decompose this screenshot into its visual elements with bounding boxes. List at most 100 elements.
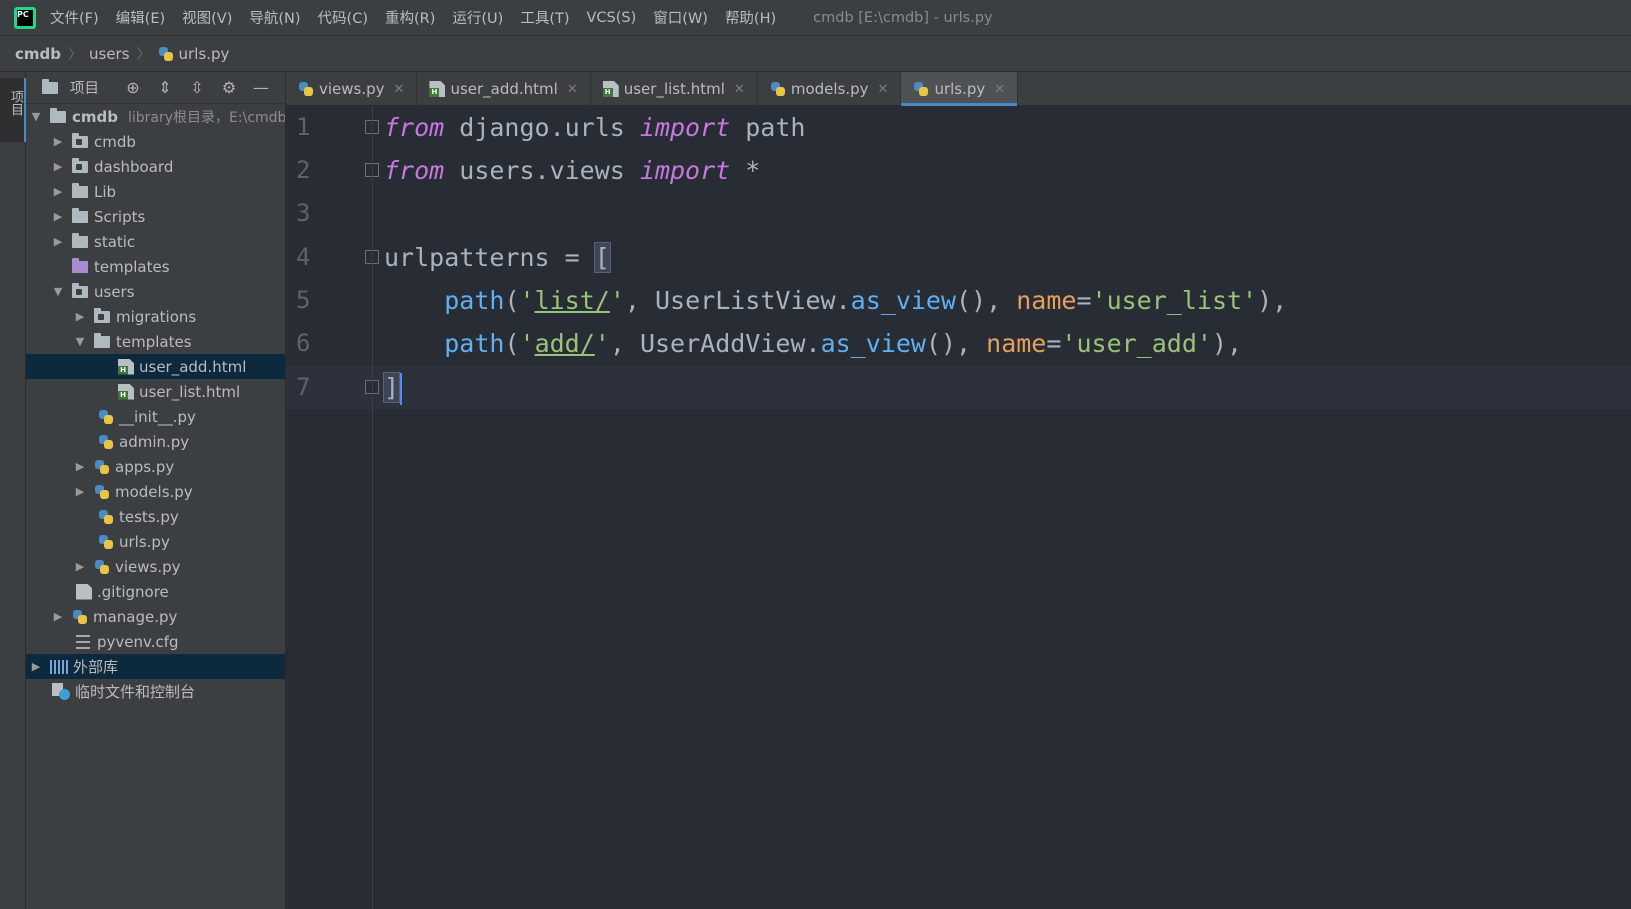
chevron-right-icon[interactable]: ▶ — [52, 160, 64, 173]
menu-edit[interactable]: 编辑(E) — [116, 7, 165, 28]
breadcrumb-project[interactable]: cmdb — [15, 45, 61, 63]
tree-item-label: urls.py — [119, 532, 170, 551]
python-file-icon — [770, 81, 786, 97]
menu-window[interactable]: 窗口(W) — [653, 7, 708, 28]
string-quote: ' — [519, 286, 535, 315]
html-file-icon — [429, 81, 446, 97]
tree-item-tests-py[interactable]: tests.py — [26, 504, 285, 529]
chevron-right-icon[interactable]: ▶ — [52, 135, 64, 148]
tree-item-scripts[interactable]: ▶ Scripts — [26, 204, 285, 229]
tab-urls-py[interactable]: urls.py ✕ — [901, 72, 1019, 106]
tree-item-admin-py[interactable]: admin.py — [26, 429, 285, 454]
menu-file[interactable]: 文件(F) — [50, 7, 99, 28]
menu-help[interactable]: 帮助(H) — [725, 7, 776, 28]
tree-item-templates[interactable]: templates — [26, 254, 285, 279]
tree-item-apps-py[interactable]: ▶ apps.py — [26, 454, 285, 479]
string-literal: 'user_add' — [1061, 329, 1212, 358]
breadcrumb-users[interactable]: users — [89, 45, 130, 63]
tool-window-strip: 项目 — [0, 72, 26, 909]
tree-item-cmdb-root[interactable]: ▼ cmdb library根目录，E:\cmdb — [26, 104, 285, 129]
tree-item-label: .gitignore — [97, 582, 169, 601]
tree-item-static[interactable]: ▶ static — [26, 229, 285, 254]
tree-item-models-py[interactable]: ▶ models.py — [26, 479, 285, 504]
hide-panel-icon[interactable]: — — [251, 78, 271, 98]
close-icon[interactable]: ✕ — [394, 82, 405, 97]
close-icon[interactable]: ✕ — [994, 82, 1005, 97]
collapse-all-icon[interactable]: ⇳ — [187, 78, 207, 98]
menu-view[interactable]: 视图(V) — [182, 7, 232, 28]
python-file-icon — [94, 559, 110, 575]
chevron-right-icon[interactable]: ▶ — [52, 610, 64, 623]
tree-item-dashboard[interactable]: ▶ dashboard — [26, 154, 285, 179]
tree-item-users-templates[interactable]: ▼ templates — [26, 329, 285, 354]
string-quote: ' — [594, 329, 610, 358]
close-icon[interactable]: ✕ — [878, 82, 889, 97]
tree-item-label: tests.py — [119, 507, 179, 526]
tree-item-init-py[interactable]: __init__.py — [26, 404, 285, 429]
chevron-down-icon[interactable]: ▼ — [74, 335, 86, 348]
breadcrumb-urls[interactable]: urls.py — [179, 45, 230, 63]
project-tool-window-button[interactable]: 项目 — [0, 78, 26, 142]
chevron-right-icon[interactable]: ▶ — [74, 485, 86, 498]
import-name: * — [730, 156, 761, 185]
tree-item-user-add-html[interactable]: user_add.html — [26, 354, 285, 379]
code-text: , UserListView. — [624, 286, 851, 315]
chevron-right-icon[interactable]: ▶ — [52, 235, 64, 248]
tree-item-label: manage.py — [93, 607, 178, 626]
close-icon[interactable]: ✕ — [734, 82, 745, 97]
tree-item-label: templates — [94, 257, 170, 276]
tree-item-label: cmdb — [72, 107, 118, 126]
tree-item-lib[interactable]: ▶ Lib — [26, 179, 285, 204]
tree-item-cmdb[interactable]: ▶ cmdb — [26, 129, 285, 154]
chevron-right-icon[interactable]: ▶ — [74, 310, 86, 323]
menu-run[interactable]: 运行(U) — [452, 7, 503, 28]
python-file-icon — [94, 459, 110, 475]
tree-item-urls-py[interactable]: urls.py — [26, 529, 285, 554]
line-number: 1 — [296, 113, 311, 141]
python-file-icon — [158, 46, 174, 62]
tree-item-pyvenv-cfg[interactable]: pyvenv.cfg — [26, 629, 285, 654]
breadcrumb-separator-icon: 〉 — [68, 46, 82, 63]
line-number: 7 — [296, 373, 311, 401]
tree-item-label: migrations — [116, 307, 197, 326]
tab-user-list-html[interactable]: user_list.html ✕ — [591, 72, 758, 106]
menu-bar: 文件(F) 编辑(E) 视图(V) 导航(N) 代码(C) 重构(R) 运行(U… — [0, 0, 1631, 36]
tree-item-external-libraries[interactable]: ▶ 外部库 — [26, 654, 285, 679]
line-number: 6 — [296, 329, 311, 357]
tree-item-user-list-html[interactable]: user_list.html — [26, 379, 285, 404]
menu-navigate[interactable]: 导航(N) — [249, 7, 300, 28]
tab-models-py[interactable]: models.py ✕ — [758, 72, 902, 106]
project-panel-title[interactable]: 项目 — [70, 77, 99, 98]
chevron-down-icon[interactable]: ▼ — [30, 110, 42, 123]
tree-item-views-py[interactable]: ▶ views.py — [26, 554, 285, 579]
project-panel-toolbar: 项目 ⊕ ⇕ ⇳ ⚙ — — [26, 72, 285, 104]
chevron-right-icon[interactable]: ▶ — [52, 185, 64, 198]
chevron-right-icon[interactable]: ▶ — [30, 660, 42, 673]
tree-item-migrations[interactable]: ▶ migrations — [26, 304, 285, 329]
tree-item-manage-py[interactable]: ▶ manage.py — [26, 604, 285, 629]
tree-item-users[interactable]: ▼ users — [26, 279, 285, 304]
chevron-right-icon[interactable]: ▶ — [52, 210, 64, 223]
tab-user-add-html[interactable]: user_add.html ✕ — [417, 72, 591, 106]
locate-file-icon[interactable]: ⊕ — [123, 78, 143, 98]
tree-item-scratches[interactable]: 临时文件和控制台 — [26, 679, 285, 704]
code-editor[interactable]: 1 2 3 4 5 6 7 from django.urls import pa… — [286, 106, 1631, 909]
tree-item-label: views.py — [115, 557, 181, 576]
expand-all-icon[interactable]: ⇕ — [155, 78, 175, 98]
chevron-right-icon[interactable]: ▶ — [74, 560, 86, 573]
menu-vcs[interactable]: VCS(S) — [587, 10, 637, 26]
code-text: (), — [956, 286, 1017, 315]
project-tree: ▼ cmdb library根目录，E:\cmdb ▶ cmdb ▶ dashb… — [26, 104, 285, 704]
python-file-icon — [94, 484, 110, 500]
chevron-right-icon[interactable]: ▶ — [74, 460, 86, 473]
tab-views-py[interactable]: views.py ✕ — [286, 72, 418, 106]
gear-icon[interactable]: ⚙ — [219, 78, 239, 98]
menu-code[interactable]: 代码(C) — [318, 7, 368, 28]
menu-refactor[interactable]: 重构(R) — [385, 7, 435, 28]
editor-gutter: 1 2 3 4 5 6 7 — [286, 106, 379, 909]
close-icon[interactable]: ✕ — [567, 82, 578, 97]
chevron-down-icon[interactable]: ▼ — [52, 285, 64, 298]
menu-tools[interactable]: 工具(T) — [520, 7, 569, 28]
tree-item-label: static — [94, 232, 136, 251]
tree-item-gitignore[interactable]: .gitignore — [26, 579, 285, 604]
